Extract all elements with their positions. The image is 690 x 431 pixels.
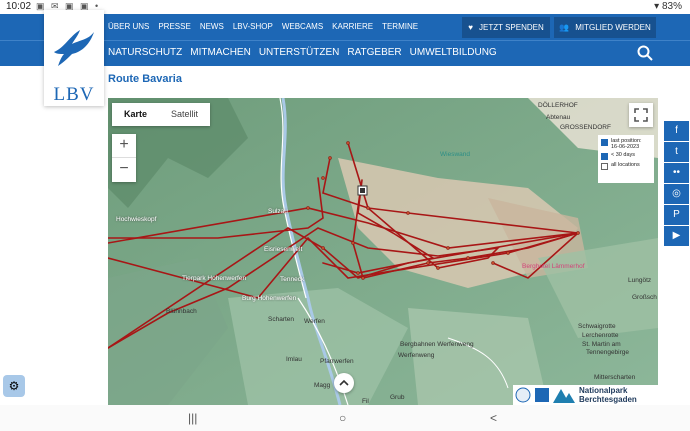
filter-30-days[interactable]: < 30 days xyxy=(601,152,651,160)
nav-mitmachen[interactable]: MITMACHEN xyxy=(190,47,251,58)
filter-all-locations[interactable]: all locations xyxy=(601,162,651,170)
link-webcams[interactable]: WEBCAMS xyxy=(282,22,323,31)
link-karriere[interactable]: KARRIERE xyxy=(332,22,373,31)
map-label: Pfarrwerfen xyxy=(320,358,354,365)
partner-logos-icon xyxy=(515,387,575,403)
map-label: Lerchenrotte xyxy=(582,332,619,339)
facebook-icon[interactable]: f xyxy=(664,121,689,141)
map-label: Abtenau xyxy=(546,114,571,121)
filter-label: all locations xyxy=(611,162,640,168)
chevron-up-icon xyxy=(339,379,349,386)
hand-heart-icon: ♥ xyxy=(468,23,473,32)
map-type-toggle: Karte Satellit xyxy=(112,103,211,126)
fullscreen-icon xyxy=(634,108,648,122)
top-links: ÜBER UNS PRESSE NEWS LBV-SHOP WEBCAMS KA… xyxy=(108,22,418,31)
nav-ratgeber[interactable]: RATGEBER xyxy=(347,47,401,58)
link-presse[interactable]: PRESSE xyxy=(158,22,190,31)
map-label: Sulzau xyxy=(268,208,288,215)
filter-label: last position: 16-06-2023 xyxy=(611,138,642,150)
recents-button[interactable]: ||| xyxy=(188,411,197,425)
link-termine[interactable]: TERMINE xyxy=(382,22,418,31)
android-nav-bar: ||| ○ < xyxy=(0,405,690,431)
map-label: Werfenweng xyxy=(398,352,435,359)
tab-karte[interactable]: Karte xyxy=(112,103,159,126)
np-line1: Nationalpark xyxy=(579,386,628,395)
logo-text: LBV xyxy=(53,84,95,105)
zoom-out-button[interactable]: − xyxy=(112,158,136,182)
link-ueber-uns[interactable]: ÜBER UNS xyxy=(108,22,149,31)
become-member-button[interactable]: 👥 MITGLIED WERDEN xyxy=(554,17,656,38)
checkbox-checked[interactable] xyxy=(601,139,608,146)
people-icon: 👥 xyxy=(559,23,570,32)
bird-logo-icon xyxy=(54,30,94,66)
map-label: Burg Hohenwerfen xyxy=(242,295,297,302)
donate-label: JETZT SPENDEN xyxy=(479,23,544,32)
checkbox-checked[interactable] xyxy=(601,153,608,160)
nav-naturschutz[interactable]: NATURSCHUTZ xyxy=(108,47,182,58)
route-map[interactable]: DÖLLERHOF Abtenau GROSSENDORF Wieswand H… xyxy=(108,98,658,405)
map-label: Wieswand xyxy=(440,151,470,158)
tab-satellit[interactable]: Satellit xyxy=(159,103,210,126)
checkbox-unchecked[interactable] xyxy=(601,163,608,170)
pinterest-icon[interactable]: P xyxy=(664,205,689,225)
map-label: Bergbahnen Werfenweng xyxy=(400,341,474,348)
map-label: Werfen xyxy=(304,318,325,325)
map-label: GROSSENDORF xyxy=(560,124,611,131)
location-filter: last position: 16-06-2023 < 30 days all … xyxy=(598,135,654,183)
cookie-settings-icon[interactable]: ⚙ xyxy=(3,375,25,397)
map-label: Großsch xyxy=(632,294,657,301)
map-label: Mitterscharten xyxy=(594,374,636,381)
map-label: Imlau xyxy=(286,356,302,363)
zoom-in-button[interactable]: + xyxy=(112,134,136,158)
page-title: Route Bavaria xyxy=(108,73,182,85)
clock: 10:02 xyxy=(6,1,32,12)
home-button[interactable]: ○ xyxy=(339,411,346,425)
nationalpark-logo: Nationalpark Berchtesgaden xyxy=(513,385,658,405)
map-label: DÖLLERHOF xyxy=(538,102,578,109)
map-label: Berghotel Lämmerhof xyxy=(522,263,585,270)
battery-level: ▾ 83% xyxy=(654,1,682,12)
link-shop[interactable]: LBV-SHOP xyxy=(233,22,273,31)
lbv-logo[interactable]: LBV xyxy=(44,10,104,106)
filter-label: < 30 days xyxy=(611,152,636,158)
map-label: Tenneck xyxy=(280,276,305,283)
zoom-control: + − xyxy=(112,134,136,182)
twitter-icon[interactable]: t xyxy=(664,142,689,162)
link-news[interactable]: NEWS xyxy=(200,22,224,31)
member-label: MITGLIED WERDEN xyxy=(575,23,651,32)
map-label: Magg xyxy=(314,382,331,389)
map-label: Tierpark Hohenwerfen xyxy=(182,275,247,282)
map-label: Hochwieskopf xyxy=(116,216,157,223)
bird-route xyxy=(108,141,580,349)
map-label: Eisriesenwelt xyxy=(264,246,303,253)
filter-last-position[interactable]: last position: 16-06-2023 xyxy=(601,138,651,150)
map-label: Blühnbach xyxy=(166,308,197,315)
map-label: Grub xyxy=(390,394,405,401)
map-label: St. Martin am xyxy=(582,341,621,348)
donate-button[interactable]: ♥ JETZT SPENDEN xyxy=(462,17,550,38)
youtube-icon[interactable]: ▶ xyxy=(664,226,689,246)
map-label: Fil xyxy=(362,398,369,405)
map-label: Tennengebirge xyxy=(586,349,630,356)
back-button[interactable]: < xyxy=(490,411,497,425)
np-line2: Berchtesgaden xyxy=(579,395,637,404)
nav-unterstuetzen[interactable]: UNTERSTÜTZEN xyxy=(259,47,340,58)
flickr-icon[interactable]: •• xyxy=(664,163,689,183)
map-label: Schwaigrotte xyxy=(578,323,616,330)
fullscreen-button[interactable] xyxy=(629,103,653,127)
map-label: Scharten xyxy=(268,316,295,323)
nav-umweltbildung[interactable]: UMWELTBILDUNG xyxy=(410,47,497,58)
search-icon[interactable] xyxy=(637,45,653,61)
scroll-top-button[interactable] xyxy=(334,373,354,393)
map-label: Lungötz xyxy=(628,277,652,284)
instagram-icon[interactable]: ◎ xyxy=(664,184,689,204)
